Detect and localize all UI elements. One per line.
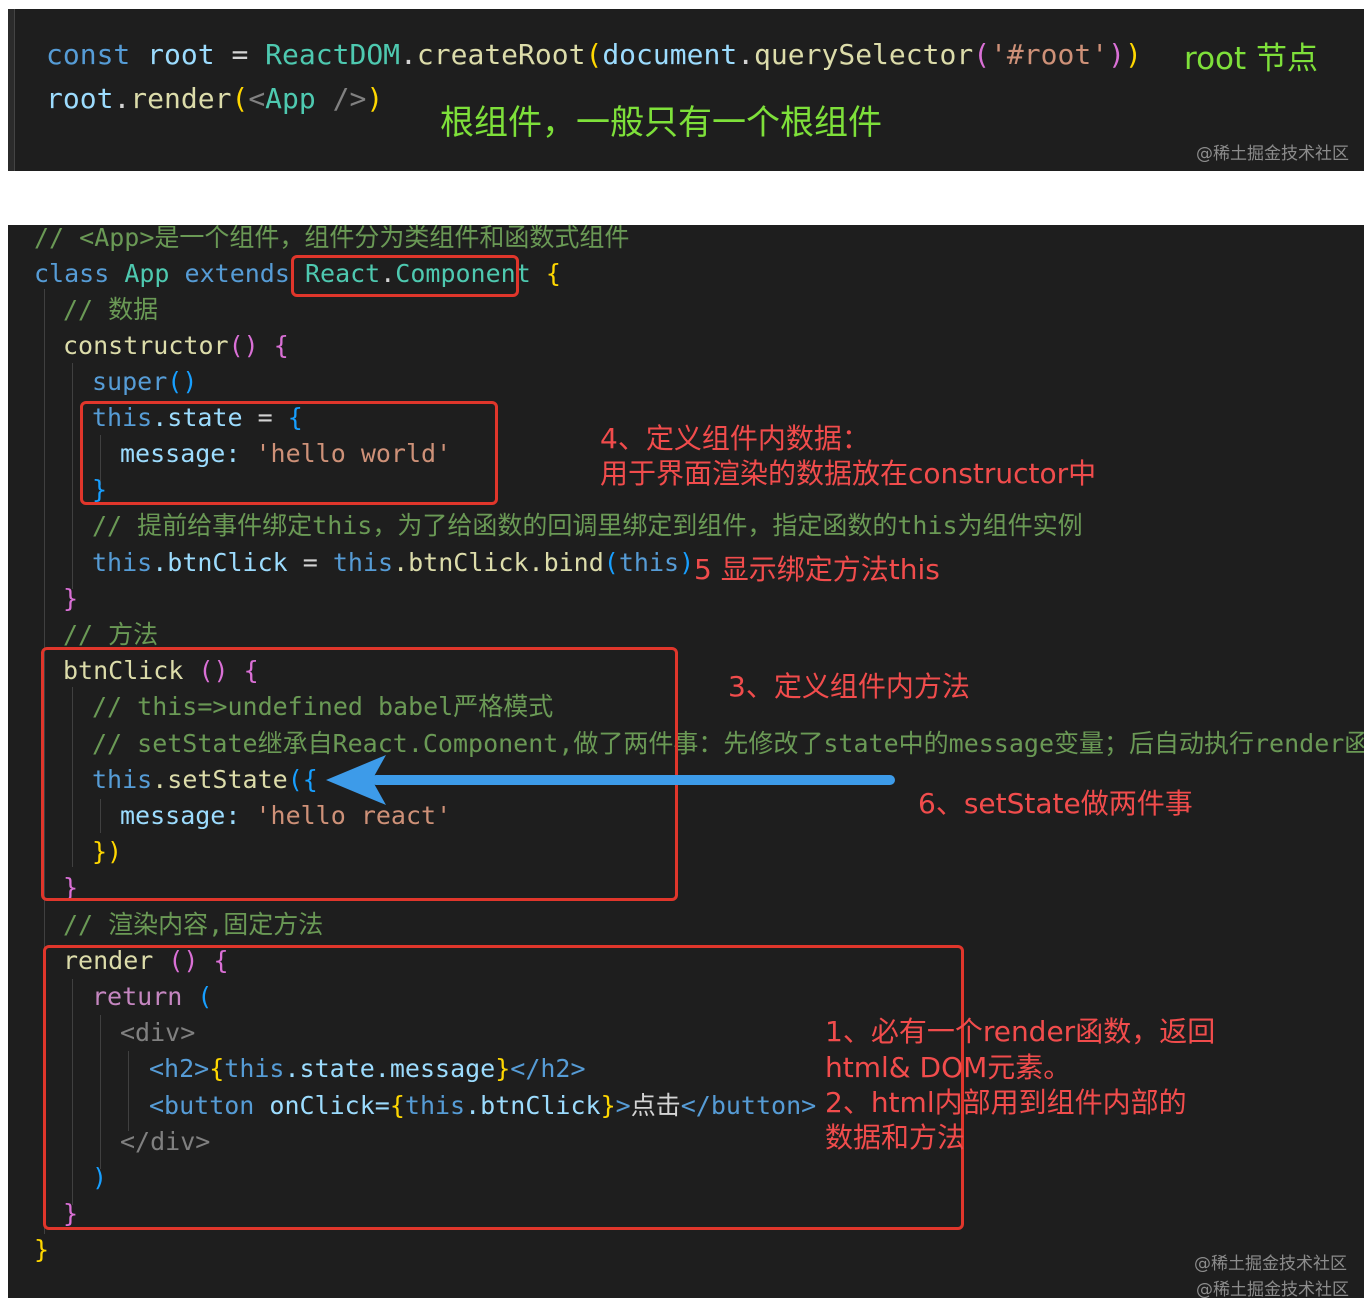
class-name-app: App xyxy=(124,259,170,288)
annotation-define-data-title: 4、定义组件内数据： xyxy=(600,422,870,455)
jsx-bracket: /> xyxy=(315,82,367,115)
watermark: @稀土掘金技术社区 xyxy=(1196,144,1349,164)
code-snippet-create-root: const root = ReactDOM.createRoot(documen… xyxy=(8,9,1364,171)
identifier-document: document xyxy=(602,38,738,71)
code-line-brace: } xyxy=(63,584,79,613)
editor-gutter xyxy=(8,9,15,171)
function-createroot: createRoot xyxy=(416,38,586,71)
comment-line: // 渲染内容,固定方法 xyxy=(63,910,324,939)
indent-guide xyxy=(72,363,73,589)
annotation-root-component: 根组件，一般只有一个根组件 xyxy=(440,103,882,143)
comment-line: // <App>是一个组件，组件分为类组件和函数式组件 xyxy=(34,223,630,252)
paren: ) xyxy=(366,82,384,115)
dot: . xyxy=(113,82,131,115)
paren: ) xyxy=(1108,38,1125,71)
code-line-render-app: root.render(<App />) xyxy=(46,81,383,117)
arrow-icon xyxy=(326,755,895,805)
annotation-define-data-desc: 用于界面渲染的数据放在constructor中 xyxy=(600,457,1097,490)
paren: () xyxy=(228,331,259,360)
operator-eq: = xyxy=(214,38,266,71)
keyword-extends: extends xyxy=(184,259,290,288)
code-line-super: super() xyxy=(92,364,197,400)
property-btnclick: .btnClick xyxy=(152,548,288,577)
paren: () xyxy=(167,367,198,396)
watermark: @稀土掘金技术社区 xyxy=(1194,1254,1347,1274)
code-line-constructor: constructor() { xyxy=(63,328,289,364)
highlight-box-state xyxy=(80,401,498,505)
paren: ) xyxy=(1124,38,1142,71)
annotation-define-method: 3、定义组件内方法 xyxy=(728,670,970,703)
dot: . xyxy=(737,38,755,71)
keyword-this: this xyxy=(332,548,394,577)
function-bind: .btnClick.bind xyxy=(393,548,604,577)
comment-line: // 提前给事件绑定this，为了给函数的回调里绑定到组件，指定函数的this为… xyxy=(92,511,1083,540)
code-line-bind-this: this.btnClick = this.btnClick.bind(this) xyxy=(92,545,694,581)
annotation-root-node: root 节点 xyxy=(1184,41,1319,77)
function-constructor: constructor xyxy=(63,331,229,360)
paren: ( xyxy=(973,38,991,71)
string-root-selector: '#root' xyxy=(990,38,1109,71)
brace: { xyxy=(273,331,289,360)
watermark: @稀土掘金技术社区 xyxy=(1196,1280,1349,1300)
keyword-const: const xyxy=(46,38,131,71)
paren: ( xyxy=(231,82,249,115)
keyword-this: this xyxy=(92,548,153,577)
code-line-create-root: const root = ReactDOM.createRoot(documen… xyxy=(46,37,1142,73)
annotation-render-2: html& DOM元素。 xyxy=(825,1051,1072,1084)
annotation-render-4: 数据和方法 xyxy=(825,1121,966,1154)
jsx-bracket: < xyxy=(248,82,266,115)
keyword-super: super xyxy=(92,367,168,396)
highlight-box-react-component xyxy=(291,255,519,297)
keyword-class: class xyxy=(34,259,110,288)
jsx-component-app: App xyxy=(265,82,316,115)
function-queryselector: querySelector xyxy=(754,38,974,71)
code-snippet-class-component: // <App>是一个组件，组件分为类组件和函数式组件 class App ex… xyxy=(8,223,1364,1300)
paren: ( xyxy=(603,548,619,577)
brace: { xyxy=(545,259,561,288)
function-render: render xyxy=(130,82,232,115)
paren: ( xyxy=(585,38,603,71)
annotation-render-1: 1、必有一个render函数，返回 xyxy=(825,1015,1216,1048)
annotation-bind-this: 5 显示绑定方法this xyxy=(694,553,940,586)
identifier-reactdom: ReactDOM xyxy=(265,38,401,71)
annotation-setstate: 6、setState做两件事 xyxy=(918,787,1193,820)
paren: ) xyxy=(679,548,695,577)
keyword-this: this xyxy=(618,548,680,577)
annotation-render-3: 2、html内部用到组件内部的 xyxy=(825,1086,1187,1119)
identifier-root: root xyxy=(46,82,114,115)
operator-eq: = xyxy=(287,548,333,577)
dot: . xyxy=(400,38,417,71)
code-line-brace: } xyxy=(34,1235,50,1264)
identifier-root: root xyxy=(147,38,215,71)
comment-line: // 数据 xyxy=(63,295,159,324)
